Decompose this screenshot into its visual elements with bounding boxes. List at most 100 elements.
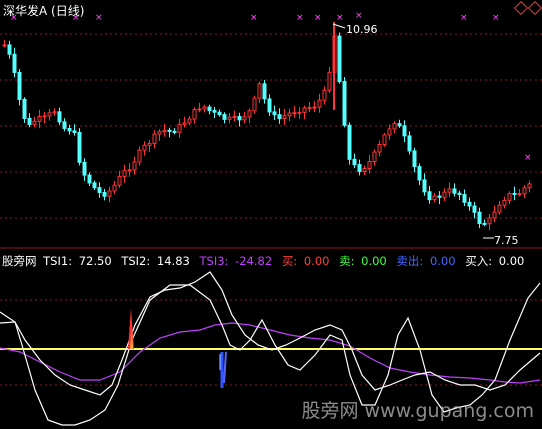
- candle: [107, 190, 112, 197]
- candle: [92, 182, 97, 189]
- candle: [327, 71, 332, 91]
- tsi3-line: [0, 322, 541, 384]
- candle: [352, 158, 357, 166]
- candle: [137, 149, 142, 163]
- tsi2-value: 14.83: [156, 254, 190, 268]
- candle: [57, 111, 62, 123]
- candle: [507, 192, 512, 201]
- signal-marker: ×: [10, 13, 18, 23]
- candle: [412, 150, 417, 168]
- candle: [127, 169, 132, 172]
- buy-in-value: 0.00: [498, 254, 525, 268]
- candle: [17, 71, 22, 100]
- candle: [82, 161, 87, 176]
- signal-marker: ×: [460, 13, 468, 23]
- tsi2-label: TSI2:: [121, 254, 151, 268]
- candle: [402, 125, 407, 137]
- candle: [102, 191, 107, 197]
- candle: [122, 170, 127, 177]
- signal-marker: ×: [314, 13, 322, 23]
- candle: [167, 129, 172, 132]
- sell-label: 卖:: [339, 254, 355, 268]
- candle: [2, 44, 7, 47]
- candle: [257, 83, 262, 99]
- candle: [147, 142, 152, 146]
- signal-marker: ×: [296, 13, 304, 23]
- candle: [192, 108, 197, 120]
- candle: [77, 131, 82, 163]
- candle: [97, 187, 102, 193]
- candle: [212, 110, 217, 113]
- candle: [67, 127, 72, 132]
- sell-out-value: 0.00: [429, 254, 456, 268]
- high-label: 10.96: [346, 23, 378, 36]
- candle: [392, 123, 397, 130]
- candle: [252, 97, 257, 112]
- candle: [437, 195, 442, 198]
- candle: [502, 199, 507, 206]
- candle: [117, 175, 122, 186]
- candle: [387, 128, 392, 136]
- sell-flag: [219, 351, 227, 388]
- signal-marker: ×: [524, 153, 532, 163]
- candle: [467, 201, 472, 207]
- candle: [287, 112, 292, 117]
- candle: [357, 164, 362, 172]
- candle: [522, 187, 527, 195]
- candle: [222, 114, 227, 120]
- candle: [442, 191, 447, 198]
- candle: [447, 188, 452, 193]
- low-label: 7.75: [494, 234, 519, 247]
- candle: [527, 183, 532, 189]
- signal-marker: ×: [492, 13, 500, 23]
- candle: [427, 191, 432, 201]
- candle: [177, 123, 182, 133]
- candle: [307, 106, 312, 109]
- candle: [157, 131, 162, 135]
- candle: [62, 121, 67, 129]
- signal-marker: ×: [72, 13, 80, 23]
- candle: [227, 116, 232, 120]
- signal-marker: ×: [355, 11, 363, 21]
- candle: [342, 81, 347, 126]
- candle: [462, 194, 467, 203]
- watermark: 股旁网 www.gupang.com: [301, 400, 534, 422]
- candle: [367, 161, 372, 169]
- candle: [302, 107, 307, 113]
- candle: [382, 134, 387, 146]
- candle: [317, 99, 322, 108]
- sell-value: 0.00: [361, 254, 387, 268]
- candle: [407, 135, 412, 152]
- candle: [267, 98, 272, 113]
- candle: [12, 53, 17, 73]
- candle: [7, 44, 12, 55]
- candle: [297, 111, 302, 114]
- candle: [242, 116, 247, 121]
- candle: [207, 106, 212, 112]
- tsi3-label: TSI3:: [199, 254, 229, 268]
- candle: [282, 115, 287, 119]
- candle: [422, 179, 427, 193]
- chart-canvas: × × × × × × × × × × × 10.96 7.75: [0, 11, 542, 426]
- signal-marker: ×: [336, 13, 344, 23]
- candle: [37, 116, 42, 122]
- candle: [362, 167, 367, 172]
- buy-value: 0.00: [303, 254, 330, 268]
- candle: [52, 111, 57, 114]
- candle: [22, 98, 27, 119]
- signal-marker: ×: [95, 13, 103, 23]
- candle: [417, 166, 422, 181]
- candle: [42, 115, 47, 118]
- tsi3-value: -24.82: [235, 254, 273, 268]
- tsi1-label: TSI1:: [43, 254, 73, 268]
- candle: [372, 151, 377, 163]
- price-grid: [0, 33, 542, 219]
- indicator-grid: [0, 299, 542, 386]
- candle: [197, 108, 202, 111]
- candle: [322, 89, 327, 101]
- candle: [47, 112, 52, 117]
- candle: [337, 35, 342, 83]
- candle: [182, 122, 187, 125]
- candle: [492, 211, 497, 219]
- buy-in-label: 买入:: [465, 254, 493, 268]
